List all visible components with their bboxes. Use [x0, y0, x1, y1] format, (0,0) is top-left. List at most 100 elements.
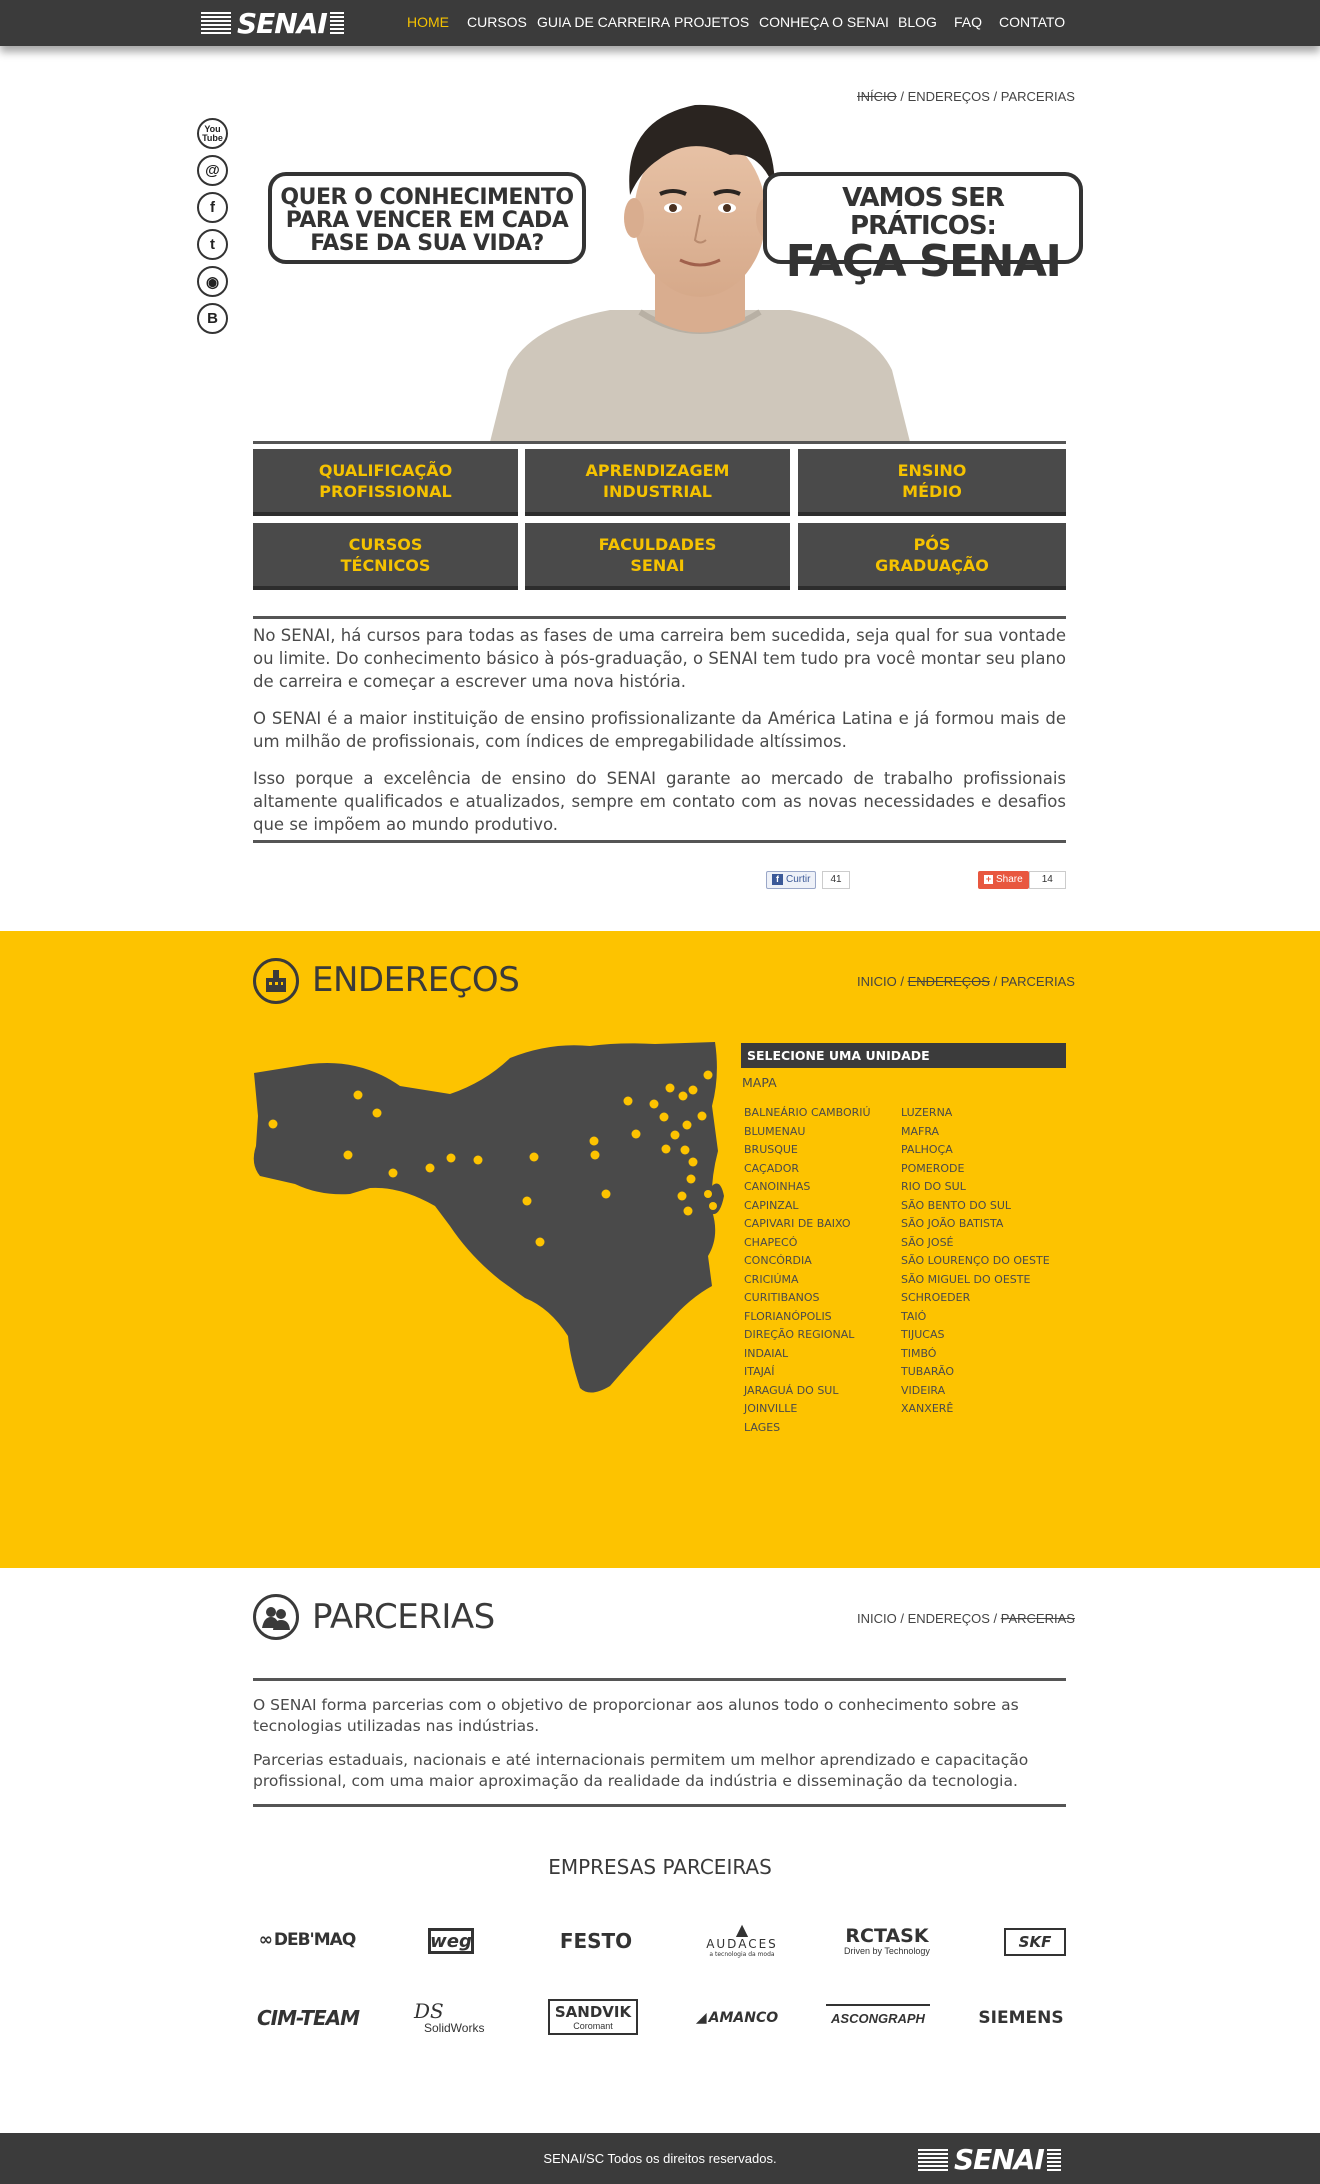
breadcrumb-enderecos[interactable]: ENDEREÇOS	[908, 1611, 990, 1626]
btn-aprendizagem-industrial[interactable]: APRENDIZAGEM INDUSTRIAL	[525, 449, 790, 516]
flickr-icon[interactable]: ◉	[197, 266, 228, 297]
btn-line: MÉDIO	[902, 481, 962, 501]
unit-link[interactable]: SÃO JOSÉ	[901, 1234, 1050, 1253]
btn-faculdades-senai[interactable]: FACULDADES SENAI	[525, 523, 790, 590]
unit-link[interactable]: CAÇADOR	[744, 1160, 871, 1179]
sandvik-logo[interactable]: SANDVIK Coromant	[548, 1999, 638, 2035]
unit-link[interactable]: BALNEÁRIO CAMBORIÚ	[744, 1104, 871, 1123]
btn-line: PÓS	[913, 534, 951, 554]
nav-blog[interactable]: BLOG	[898, 14, 937, 30]
unit-link[interactable]: JARAGUÁ DO SUL	[744, 1382, 871, 1401]
btn-cursos-tecnicos[interactable]: CURSOS TÉCNICOS	[253, 523, 518, 590]
audaces-logo[interactable]: ▲ AUDACES a tecnologia da moda	[696, 1915, 788, 1965]
breadcrumb-parcerias[interactable]: PARCERIAS	[1001, 1611, 1075, 1626]
nav-cursos[interactable]: CURSOS	[467, 14, 527, 30]
unit-link[interactable]: MAFRA	[901, 1123, 1050, 1142]
bubble-line: VAMOS SER PRÁTICOS:	[842, 183, 1005, 241]
unit-link[interactable]: ITAJAÍ	[744, 1363, 871, 1382]
unit-link[interactable]: JOINVILLE	[744, 1400, 871, 1419]
debmaq-logo[interactable]: ∞ DEB'MAQ	[252, 1925, 362, 1955]
facebook-like-button[interactable]: f Curtir	[766, 870, 817, 889]
breadcrumb-inicio[interactable]: INICIO	[857, 974, 897, 989]
logo-text: AUDACES	[706, 1936, 778, 1951]
unit-link[interactable]: CAPIVARI DE BAIXO	[744, 1215, 871, 1234]
bubble-line: QUER O CONHECIMENTO	[280, 185, 574, 210]
unit-link[interactable]: POMERODE	[901, 1160, 1050, 1179]
unit-link[interactable]: TUBARÃO	[901, 1363, 1050, 1382]
map-label[interactable]: MAPA	[742, 1075, 777, 1090]
unit-link[interactable]: SÃO BENTO DO SUL	[901, 1197, 1050, 1216]
unit-link[interactable]: BRUSQUE	[744, 1141, 871, 1160]
facebook-icon: f	[772, 874, 783, 885]
btn-line: ENSINO	[897, 460, 967, 480]
senai-logo[interactable]: SENAI	[201, 7, 344, 40]
unit-link[interactable]: INDAIAL	[744, 1345, 871, 1364]
unit-link[interactable]: SÃO MIGUEL DO OESTE	[901, 1271, 1050, 1290]
unit-link[interactable]: FLORIANÓPOLIS	[744, 1308, 871, 1327]
unit-link[interactable]: SCHROEDER	[901, 1289, 1050, 1308]
unit-link[interactable]: LAGES	[744, 1419, 871, 1438]
amanco-logo[interactable]: ◢ AMANCO	[688, 2004, 786, 2032]
breadcrumb-sep: /	[989, 1611, 1001, 1626]
solidworks-logo[interactable]: DS SolidWorks	[414, 1996, 488, 2040]
cim-team-logo[interactable]: CIM-TEAM	[252, 2003, 364, 2033]
btn-qualificacao-profissional[interactable]: QUALIFICAÇÃO PROFISSIONAL	[253, 449, 518, 516]
footer-senai-logo[interactable]: SENAI	[918, 2143, 1061, 2176]
logo-subtext: Driven by Technology	[844, 1946, 930, 1956]
breadcrumb-parcerias[interactable]: PARCERIAS	[1001, 974, 1075, 989]
orkut-icon[interactable]: @	[197, 155, 228, 186]
unit-link[interactable]: CRICIÚMA	[744, 1271, 871, 1290]
skf-logo[interactable]: SKF	[1004, 1928, 1066, 1956]
unit-link[interactable]: TIJUCAS	[901, 1326, 1050, 1345]
unit-link[interactable]: SÃO LOURENÇO DO OESTE	[901, 1252, 1050, 1271]
blogger-icon[interactable]: B	[197, 303, 228, 334]
unit-link[interactable]: TIMBÓ	[901, 1345, 1050, 1364]
copyright-text: SENAI/SC Todos os direitos reservados.	[543, 2151, 777, 2166]
facebook-icon[interactable]: f	[197, 192, 228, 223]
breadcrumb-inicio[interactable]: INICIO	[857, 1611, 897, 1626]
breadcrumb-enderecos[interactable]: ENDEREÇOS	[908, 974, 990, 989]
breadcrumb-enderecos[interactable]: ENDEREÇOS	[908, 89, 990, 104]
nav-contato[interactable]: CONTATO	[999, 14, 1065, 30]
btn-pos-graduacao[interactable]: PÓS GRADUAÇÃO	[798, 523, 1066, 590]
unit-link[interactable]: DIREÇÃO REGIONAL	[744, 1326, 871, 1345]
festo-logo[interactable]: FESTO	[548, 1926, 644, 1956]
nav-faq[interactable]: FAQ	[954, 14, 982, 30]
logo-text: DEB'MAQ	[273, 1930, 356, 1950]
bubble-line: FASE DA SUA VIDA?	[310, 231, 544, 256]
youtube-icon[interactable]: You Tube	[197, 118, 228, 149]
logo-stripes-icon	[1046, 2148, 1061, 2171]
santa-catarina-map[interactable]	[250, 1036, 725, 1396]
btn-line: GRADUAÇÃO	[875, 555, 989, 575]
unit-link[interactable]: SÃO JOÃO BATISTA	[901, 1215, 1050, 1234]
logo-text: weg	[430, 1930, 472, 1952]
share-button[interactable]: + Share	[978, 870, 1029, 889]
unit-link[interactable]: RIO DO SUL	[901, 1178, 1050, 1197]
btn-line: TÉCNICOS	[340, 555, 431, 575]
unit-link[interactable]: PALHOÇA	[901, 1141, 1050, 1160]
twitter-icon[interactable]: t	[197, 229, 228, 260]
nav-conheca-o-senai[interactable]: CONHEÇA O SENAI	[759, 14, 889, 30]
unit-link[interactable]: VIDEIRA	[901, 1382, 1050, 1401]
siemens-logo[interactable]: SIEMENS	[974, 2004, 1068, 2032]
unit-link[interactable]: CHAPECÓ	[744, 1234, 871, 1253]
unit-link[interactable]: CAPINZAL	[744, 1197, 871, 1216]
weg-logo[interactable]: weg	[428, 1928, 474, 1954]
unit-link[interactable]: XANXERÊ	[901, 1400, 1050, 1419]
ascongraph-logo[interactable]: ASCONGRAPH	[826, 2004, 930, 2030]
unit-link[interactable]: BLUMENAU	[744, 1123, 871, 1142]
amanco-swoosh-icon: ◢	[695, 2010, 707, 2026]
unit-link[interactable]: CANOINHAS	[744, 1178, 871, 1197]
unit-link[interactable]: CONCÓRDIA	[744, 1252, 871, 1271]
unit-link[interactable]: LUZERNA	[901, 1104, 1050, 1123]
nav-projetos[interactable]: PROJETOS	[674, 14, 749, 30]
btn-ensino-medio[interactable]: ENSINO MÉDIO	[798, 449, 1066, 516]
breadcrumb-parcerias[interactable]: PARCERIAS	[1001, 89, 1075, 104]
plus-icon: +	[984, 874, 993, 884]
breadcrumb-sep: /	[989, 974, 1001, 989]
unit-link[interactable]: TAIÓ	[901, 1308, 1050, 1327]
nav-guia-de-carreira[interactable]: GUIA DE CARREIRA	[537, 14, 670, 30]
unit-link[interactable]: CURITIBANOS	[744, 1289, 871, 1308]
nav-home[interactable]: HOME	[407, 14, 449, 30]
rctask-logo[interactable]: RCTASK Driven by Technology	[832, 1923, 942, 1959]
